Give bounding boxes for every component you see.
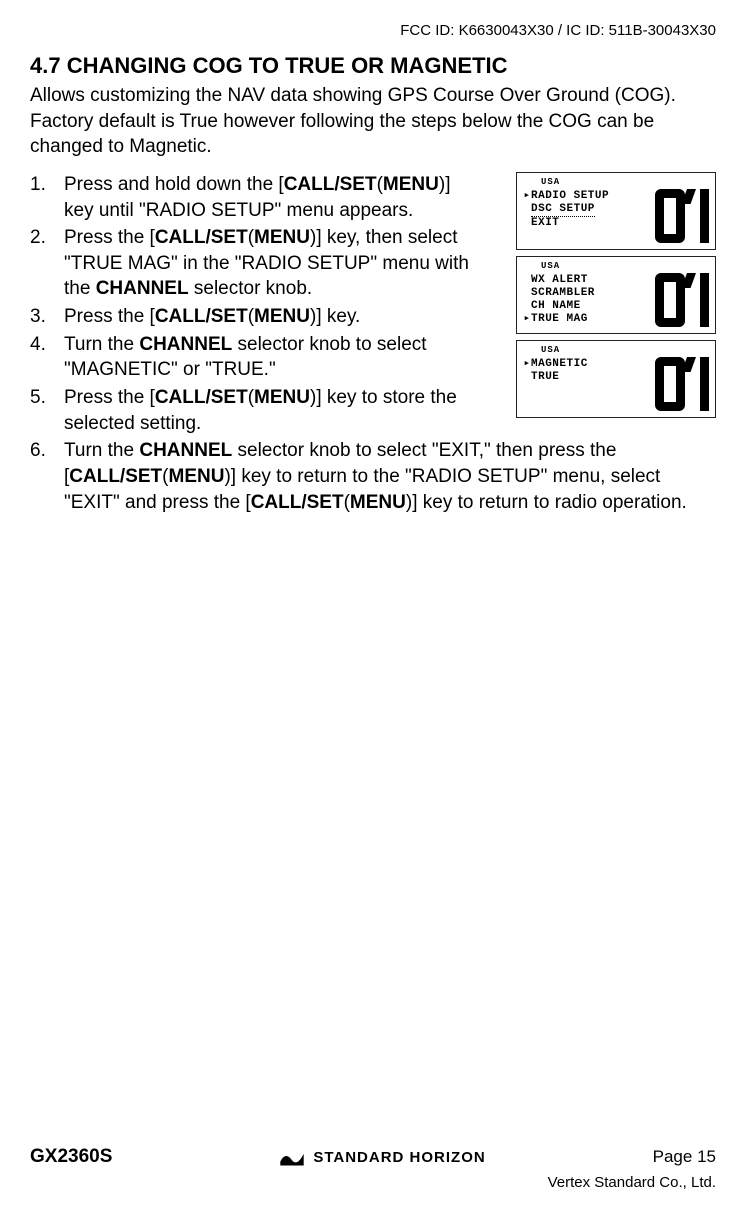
- instruction-text: Press and hold down the [CALL/SET(MENU)]…: [64, 172, 484, 223]
- model-number: GX2360S: [30, 1146, 112, 1168]
- lcd-menu-text: RADIO SETUP: [531, 190, 609, 203]
- instruction-text: Press the [CALL/SET(MENU)] key.: [64, 304, 484, 330]
- lcd-display-stack: USA▸RADIO SETUPDSC SETUPEXITAUSAWX ALERT…: [516, 172, 716, 424]
- lcd-sub-label: A: [700, 312, 707, 326]
- lcd-menu-line: CH NAME: [523, 300, 619, 313]
- lcd-region-label: USA: [541, 177, 619, 188]
- lcd-channel-area: A: [623, 261, 709, 329]
- lcd-sub-label: A: [700, 396, 707, 410]
- lcd-menu-area: USA WX ALERTSCRAMBLERCH NAME▸TRUE MAG: [523, 261, 619, 329]
- document-page: FCC ID: K6630043X30 / IC ID: 511B-30043X…: [0, 0, 746, 1215]
- lcd-menu-line: ▸TRUE MAG: [523, 313, 619, 326]
- lcd-region-label: USA: [541, 261, 619, 272]
- lcd-screen: USA ▸RADIO SETUPDSC SETUPEXIT A: [516, 172, 716, 250]
- instruction-text: Press the [CALL/SET(MENU)] key to store …: [64, 385, 484, 436]
- lcd-menu-line: EXIT: [523, 217, 619, 230]
- fcc-id-line: FCC ID: K6630043X30 / IC ID: 511B-30043X…: [30, 22, 716, 39]
- lcd-menu-line: ▸MAGNETIC: [523, 358, 619, 371]
- company-line: Vertex Standard Co., Ltd.: [30, 1174, 716, 1191]
- page-footer: GX2360S STANDARD HORIZON Page 15 Vertex …: [30, 1146, 716, 1191]
- lcd-menu-line: DSC SETUP: [523, 203, 619, 217]
- section-intro: Allows customizing the NAV data showing …: [30, 83, 716, 160]
- brand-text: STANDARD HORIZON: [313, 1149, 485, 1166]
- instruction-text: Turn the CHANNEL selector knob to select…: [64, 332, 484, 383]
- lcd-menu-text: TRUE: [531, 371, 559, 384]
- instruction-number: 4.: [30, 332, 64, 358]
- lcd-menu-area: USA ▸MAGNETICTRUE: [523, 345, 619, 413]
- lcd-menu-text: DSC SETUP: [531, 203, 595, 217]
- instruction-number: 1.: [30, 172, 64, 198]
- lcd-sub-label: A: [700, 228, 707, 242]
- instruction-text: Turn the CHANNEL selector knob to select…: [64, 438, 716, 515]
- lcd-menu-line: WX ALERT: [523, 274, 619, 287]
- digit-zero-icon: [655, 357, 685, 411]
- lcd-menu-area: USA ▸RADIO SETUPDSC SETUPEXIT: [523, 177, 619, 245]
- lcd-menu-text: MAGNETIC: [531, 358, 588, 371]
- page-number: Page 15: [653, 1147, 716, 1167]
- instruction-number: 3.: [30, 304, 64, 330]
- lcd-region-label: USA: [541, 345, 619, 356]
- instruction-number: 5.: [30, 385, 64, 411]
- brand-logo: STANDARD HORIZON: [279, 1147, 485, 1167]
- lcd-screen: USA ▸MAGNETICTRUE A: [516, 340, 716, 418]
- instruction-item: 6.Turn the CHANNEL selector knob to sele…: [30, 438, 716, 515]
- lcd-screen: USA WX ALERTSCRAMBLERCH NAME▸TRUE MAG A: [516, 256, 716, 334]
- instruction-number: 6.: [30, 438, 64, 464]
- digit-zero-icon: [655, 273, 685, 327]
- wave-icon: [279, 1147, 305, 1167]
- lcd-menu-text: TRUE MAG: [531, 313, 588, 326]
- selector-arrow-icon: ▸: [523, 358, 531, 371]
- lcd-menu-line: ▸RADIO SETUP: [523, 190, 619, 203]
- content-area: USA▸RADIO SETUPDSC SETUPEXITAUSAWX ALERT…: [30, 172, 716, 515]
- lcd-channel-area: A: [623, 345, 709, 413]
- selector-arrow-icon: ▸: [523, 313, 531, 326]
- lcd-menu-text: WX ALERT: [531, 274, 588, 287]
- lcd-menu-line: SCRAMBLER: [523, 287, 619, 300]
- lcd-channel-area: A: [623, 177, 709, 245]
- lcd-menu-text: CH NAME: [531, 300, 581, 313]
- selector-arrow-icon: ▸: [523, 190, 531, 203]
- lcd-menu-line: TRUE: [523, 371, 619, 384]
- instruction-text: Press the [CALL/SET(MENU)] key, then sel…: [64, 225, 484, 302]
- lcd-menu-text: EXIT: [531, 217, 559, 230]
- lcd-menu-text: SCRAMBLER: [531, 287, 595, 300]
- instruction-number: 2.: [30, 225, 64, 251]
- section-heading: 4.7 CHANGING COG TO TRUE OR MAGNETIC: [30, 53, 716, 79]
- digit-zero-icon: [655, 189, 685, 243]
